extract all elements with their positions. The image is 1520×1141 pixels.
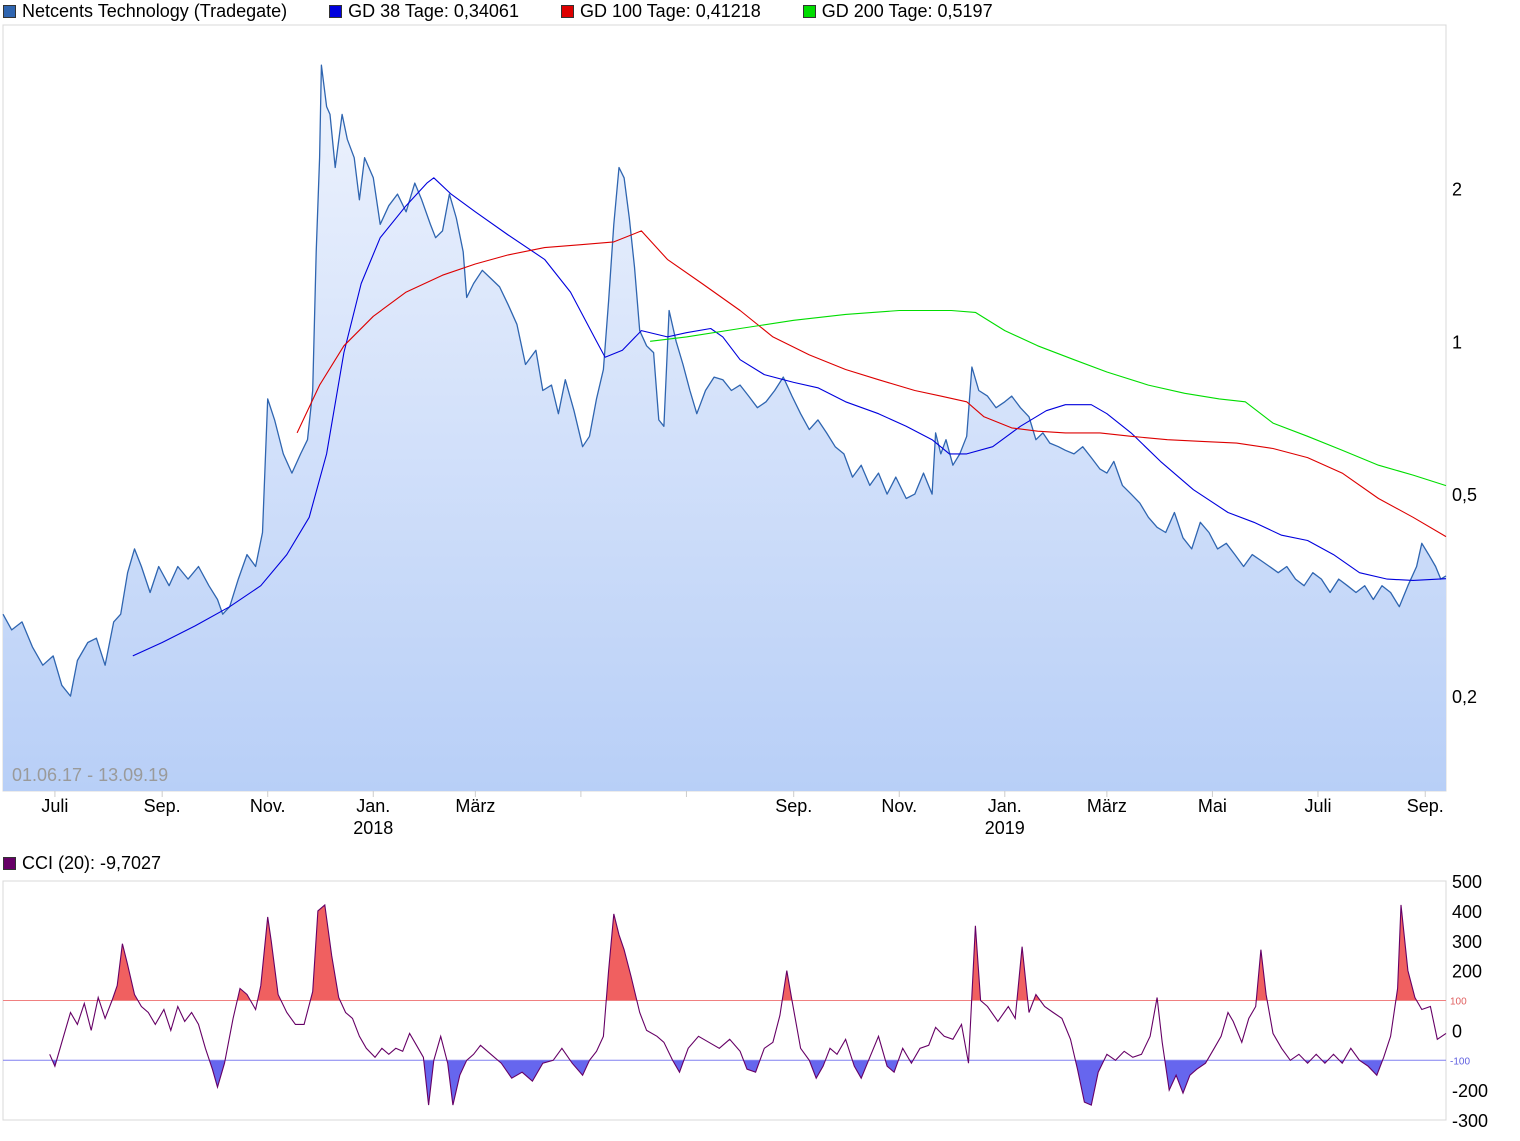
date-range: 01.06.17 - 13.09.19 [12, 765, 168, 785]
cci-y-axis: 500 400 300 200 0 -200 -300 100 -100 [1450, 872, 1488, 1131]
x-tick-label-3: Jan. [356, 796, 390, 816]
x-tick-label-11: Mai [1198, 796, 1227, 816]
price-y-tick-1: 1 [1452, 332, 1462, 352]
price-y-tick-3: 0,2 [1452, 687, 1477, 707]
x-year-label-9: 2019 [985, 818, 1025, 838]
x-tick-label-9: Jan. [988, 796, 1022, 816]
cci-y-tick-1: 400 [1452, 902, 1482, 922]
price-y-tick-0: 2 [1452, 180, 1462, 200]
x-tick-label-2: Nov. [250, 796, 286, 816]
cci-label-minus100: -100 [1450, 1056, 1470, 1067]
chart-canvas: 01.06.17 - 13.09.19 Juli Sep. Nov. Jan.2018… [2, 24, 1488, 1131]
x-tick-label-10: März [1087, 796, 1127, 816]
cci-y-tick-5: 0 [1452, 1021, 1462, 1041]
cci-label-100: 100 [1450, 997, 1467, 1008]
price-y-axis: 2 1 0,5 0,2 [1452, 180, 1477, 708]
x-tick-label-7: Sep. [775, 796, 812, 816]
x-tick-label-8: Nov. [881, 796, 917, 816]
cci-y-tick-3: 200 [1452, 962, 1482, 982]
x-tick-label-1: Sep. [144, 796, 181, 816]
x-tick-label-13: Sep. [1407, 796, 1444, 816]
x-tick-label-12: Juli [1304, 796, 1331, 816]
price-y-tick-2: 0,5 [1452, 485, 1477, 505]
cci-y-tick-0: 500 [1452, 872, 1482, 892]
cci-y-tick-8: -300 [1452, 1111, 1488, 1131]
x-year-label-3: 2018 [353, 818, 393, 838]
x-axis: Juli Sep. Nov. Jan.2018März Sep. Nov. Jan.2019… [41, 791, 1444, 838]
x-tick-label-4: März [455, 796, 495, 816]
cci-y-tick-7: -200 [1452, 1081, 1488, 1101]
x-tick-label-0: Juli [41, 796, 68, 816]
cci-y-tick-2: 300 [1452, 932, 1482, 952]
